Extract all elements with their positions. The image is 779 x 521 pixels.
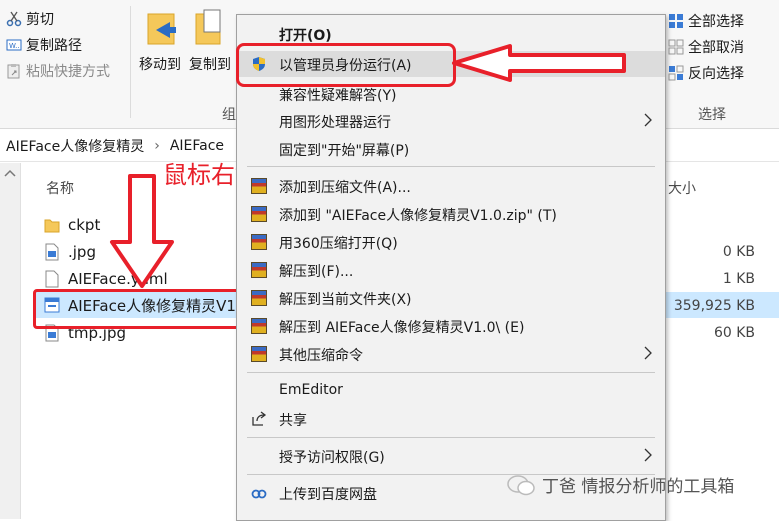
menu-item-label: 兼容性疑难解答(Y) (279, 88, 397, 104)
select-group-label: 选择 (698, 107, 726, 123)
file-row-jpg[interactable]: .jpg (44, 241, 96, 263)
ribbon-divider (130, 6, 131, 118)
menu-item-label: 其他压缩命令 (279, 348, 363, 364)
select-all-button[interactable]: 全部选择 (668, 10, 744, 32)
menu-item-label: 固定到"开始"屏幕(P) (279, 143, 410, 159)
copy-to-button[interactable]: 复制到 (184, 6, 236, 86)
archive-icon (251, 290, 267, 306)
image-file-icon (44, 243, 60, 261)
annotation-left-arrow-icon (452, 44, 626, 82)
menu-item-pin-start[interactable]: 固定到"开始"屏幕(P) (237, 136, 665, 162)
move-to-label: 移动到 (139, 57, 181, 73)
left-scrollbar[interactable] (0, 163, 21, 519)
menu-item-grant-access[interactable]: 授予访问权限(G) (237, 443, 665, 469)
menu-separator (247, 437, 655, 438)
menu-item-label: 上传到百度网盘 (279, 487, 377, 503)
menu-item-share[interactable]: 共享 (237, 406, 665, 432)
select-none-button[interactable]: 全部取消 (668, 36, 744, 58)
cut-button[interactable]: 剪切 (6, 8, 54, 30)
paste-shortcut-button[interactable]: 粘贴快捷方式 (6, 60, 110, 82)
submenu-arrow-icon (643, 346, 653, 364)
menu-item-add-zip[interactable]: 添加到 "AIEFace人像修复精灵V1.0.zip" (T) (237, 201, 665, 227)
annotation-admin-box (236, 43, 456, 87)
annotation-down-arrow-icon (110, 174, 174, 288)
invert-selection-icon (668, 65, 684, 81)
paste-shortcut-icon (6, 63, 22, 79)
menu-item-other-compress[interactable]: 其他压缩命令 (237, 341, 665, 367)
archive-icon (251, 206, 267, 222)
share-icon (251, 411, 267, 427)
invert-selection-label: 反向选择 (688, 66, 744, 82)
annotation-file-box (33, 289, 243, 329)
text-file-icon (44, 270, 60, 288)
column-header-size[interactable]: 大小 (668, 178, 696, 198)
archive-icon (251, 346, 267, 362)
invert-selection-button[interactable]: 反向选择 (668, 62, 744, 84)
select-all-icon (668, 13, 684, 29)
select-all-label: 全部选择 (688, 14, 744, 30)
submenu-arrow-icon (643, 113, 653, 131)
file-row-ckpt[interactable]: ckpt (44, 214, 100, 236)
menu-item-label: 添加到 "AIEFace人像修复精灵V1.0.zip" (T) (279, 208, 557, 224)
folder-icon (44, 216, 60, 234)
scroll-up-icon (4, 169, 16, 177)
menu-item-extract-folder[interactable]: 解压到 AIEFace人像修复精灵V1.0\ (E) (237, 313, 665, 339)
watermark-text: 丁爸 情报分析师的工具箱 (542, 477, 735, 497)
column-header-name[interactable]: 名称 (46, 178, 74, 198)
archive-icon (251, 234, 267, 250)
menu-item-extract-here[interactable]: 解压到当前文件夹(X) (237, 285, 665, 311)
copy-path-button[interactable]: W.. 复制路径 (6, 34, 82, 56)
archive-icon (251, 318, 267, 334)
copy-path-icon: W.. (6, 37, 22, 53)
menu-item-label: 授予访问权限(G) (279, 450, 385, 466)
context-menu: 打开(O) 以管理员身份运行(A) 兼容性疑难解答(Y) 用图形处理器运行 固定… (236, 14, 666, 521)
copy-to-icon (194, 8, 226, 52)
menu-item-label: 解压到(F)... (279, 264, 354, 280)
breadcrumb-item-root[interactable]: AIEFace人像修复精灵 (6, 136, 144, 156)
svg-text:W..: W.. (9, 42, 20, 50)
menu-item-add-archive[interactable]: 添加到压缩文件(A)... (237, 173, 665, 199)
menu-item-label: EmEditor (279, 382, 343, 398)
archive-icon (251, 178, 267, 194)
menu-item-label: 解压到 AIEFace人像修复精灵V1.0\ (E) (279, 320, 525, 336)
menu-item-label: 解压到当前文件夹(X) (279, 292, 412, 308)
menu-item-label: 用360压缩打开(Q) (279, 236, 398, 252)
select-none-icon (668, 39, 684, 55)
file-name: .jpg (68, 243, 96, 261)
organize-group-label: 组 (222, 107, 236, 123)
baidu-cloud-icon (251, 485, 267, 501)
move-to-icon (146, 8, 178, 52)
menu-item-label: 打开(O) (279, 28, 332, 44)
copy-to-label: 复制到 (189, 57, 231, 73)
menu-item-emeditor[interactable]: EmEditor (237, 378, 665, 404)
breadcrumb-separator: › (154, 138, 160, 154)
move-to-button[interactable]: 移动到 (134, 6, 186, 86)
paste-shortcut-label: 粘贴快捷方式 (26, 64, 110, 80)
menu-item-gpu-run[interactable]: 用图形处理器运行 (237, 108, 665, 134)
breadcrumb-item-current[interactable]: AIEFace (170, 138, 224, 154)
scissors-icon (6, 11, 22, 27)
archive-icon (251, 262, 267, 278)
select-none-label: 全部取消 (688, 40, 744, 56)
menu-separator (247, 372, 655, 373)
menu-item-label: 用图形处理器运行 (279, 115, 391, 131)
watermark: 丁爸 情报分析师的工具箱 (506, 472, 734, 497)
cut-label: 剪切 (26, 12, 54, 28)
menu-separator (247, 166, 655, 167)
submenu-arrow-icon (643, 448, 653, 466)
menu-item-open-360[interactable]: 用360压缩打开(Q) (237, 229, 665, 255)
menu-item-label: 共享 (279, 413, 307, 429)
file-name: ckpt (68, 216, 101, 234)
menu-item-label: 添加到压缩文件(A)... (279, 180, 411, 196)
copy-path-label: 复制路径 (26, 38, 82, 54)
menu-item-extract-to[interactable]: 解压到(F)... (237, 257, 665, 283)
wechat-icon (507, 474, 535, 495)
